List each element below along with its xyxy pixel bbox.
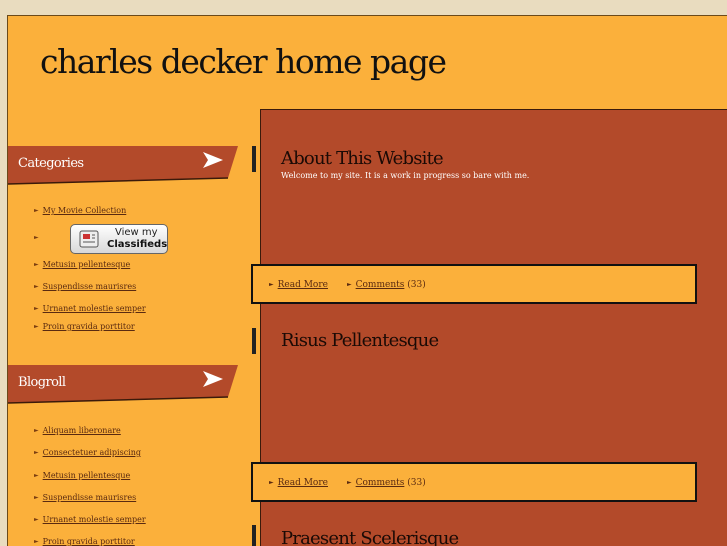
read-more-item: ► Read More bbox=[269, 280, 328, 290]
comment-count: (33) bbox=[407, 478, 426, 488]
list-item: ► Urnanet molestie semper bbox=[34, 304, 146, 313]
list-item: ► View my Classifieds bbox=[34, 224, 168, 254]
bullet-arrow-icon: ► bbox=[34, 494, 39, 501]
bullet-arrow-icon: ► bbox=[34, 472, 39, 479]
bullet-arrow-icon: ► bbox=[34, 305, 39, 312]
main-content: About This Website Welcome to my site. I… bbox=[251, 109, 727, 546]
post-title[interactable]: About This Website bbox=[281, 148, 444, 169]
site-title[interactable]: charles decker home page bbox=[40, 42, 447, 81]
post-excerpt: Welcome to my site. It is a work in prog… bbox=[281, 171, 530, 180]
list-item: ► My Movie Collection bbox=[34, 206, 126, 215]
bullet-arrow-icon: ► bbox=[34, 516, 39, 523]
list-item: ► Aliquam liberonare bbox=[34, 426, 121, 435]
comment-count: (33) bbox=[407, 280, 426, 290]
blogroll-link[interactable]: Consectetuer adipiscing bbox=[43, 448, 141, 457]
categories-heading: Categories bbox=[8, 146, 238, 185]
blogroll-link[interactable]: Aliquam liberonare bbox=[43, 426, 121, 435]
comments-item: ► Comments (33) bbox=[347, 280, 426, 290]
list-item: ► Metusin pellentesque bbox=[34, 471, 130, 480]
post-title-bar bbox=[252, 146, 256, 172]
category-link[interactable]: My Movie Collection bbox=[43, 206, 127, 215]
list-item: ► Consectetuer adipiscing bbox=[34, 448, 141, 457]
bullet-arrow-icon: ► bbox=[34, 323, 39, 330]
read-more-link[interactable]: Read More bbox=[278, 478, 328, 488]
blogroll-link[interactable]: Urnanet molestie semper bbox=[43, 515, 146, 524]
read-more-item: ► Read More bbox=[269, 478, 328, 488]
bullet-arrow-icon: ► bbox=[34, 283, 39, 290]
post-title[interactable]: Risus Pellentesque bbox=[281, 330, 439, 351]
list-item: ► Suspendisse maurisres bbox=[34, 493, 136, 502]
blogroll-link[interactable]: Metusin pellentesque bbox=[43, 471, 131, 480]
post-title-bar bbox=[252, 525, 256, 546]
bullet-arrow-icon: ► bbox=[34, 207, 39, 214]
arrow-right-icon bbox=[203, 152, 223, 168]
category-link[interactable]: Metusin pellentesque bbox=[43, 260, 131, 269]
bullet-arrow-icon: ► bbox=[34, 449, 39, 456]
classifieds-line1: View my bbox=[115, 227, 158, 238]
bullet-arrow-icon: ► bbox=[269, 479, 274, 486]
bullet-arrow-icon: ► bbox=[347, 479, 352, 486]
list-item: ► Metusin pellentesque bbox=[34, 260, 130, 269]
bullet-arrow-icon: ► bbox=[34, 234, 39, 241]
bullet-arrow-icon: ► bbox=[347, 281, 352, 288]
list-item: ► Suspendisse maurisres bbox=[34, 282, 136, 291]
categories-heading-label: Categories bbox=[18, 156, 84, 171]
post-title-bar bbox=[252, 328, 256, 354]
post-title[interactable]: Praesent Scelerisque bbox=[281, 528, 459, 546]
bullet-arrow-icon: ► bbox=[34, 427, 39, 434]
classifieds-button[interactable]: View my Classifieds bbox=[70, 224, 168, 254]
list-item: ► Urnanet molestie semper bbox=[34, 515, 146, 524]
comments-link[interactable]: Comments bbox=[356, 280, 405, 290]
read-more-link[interactable]: Read More bbox=[278, 280, 328, 290]
category-link[interactable]: Suspendisse maurisres bbox=[43, 282, 137, 291]
bullet-arrow-icon: ► bbox=[34, 538, 39, 545]
category-link[interactable]: Urnanet molestie semper bbox=[43, 304, 146, 313]
newspaper-icon bbox=[79, 230, 99, 248]
post-meta-bar: ► Read More ► Comments (33) bbox=[251, 264, 697, 304]
category-link[interactable]: Proin gravida porttitor bbox=[43, 322, 135, 331]
bullet-arrow-icon: ► bbox=[34, 261, 39, 268]
post-meta-bar: ► Read More ► Comments (33) bbox=[251, 462, 697, 502]
list-item: ► Proin gravida porttitor bbox=[34, 322, 135, 331]
blogroll-heading-label: Blogroll bbox=[18, 375, 66, 390]
blogroll-heading: Blogroll bbox=[8, 365, 238, 404]
bullet-arrow-icon: ► bbox=[269, 281, 274, 288]
classifieds-line2: Classifieds bbox=[107, 239, 168, 250]
comments-item: ► Comments (33) bbox=[347, 478, 426, 488]
arrow-right-icon bbox=[203, 371, 223, 387]
blogroll-link[interactable]: Suspendisse maurisres bbox=[43, 493, 137, 502]
page: charles decker home page Categories ► My … bbox=[7, 15, 727, 546]
comments-link[interactable]: Comments bbox=[356, 478, 405, 488]
